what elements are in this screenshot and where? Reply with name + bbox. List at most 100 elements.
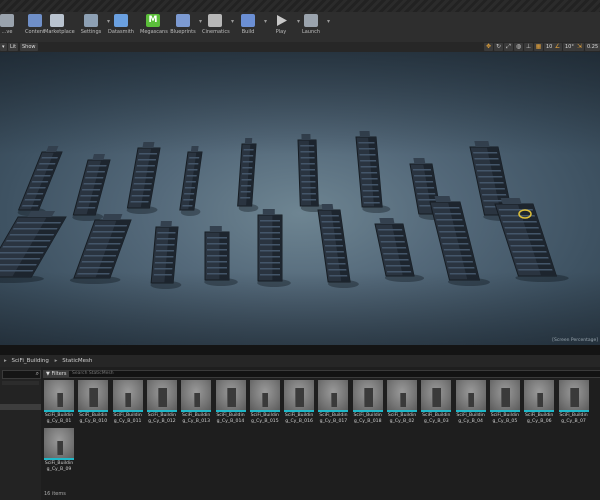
- asset-name: SciFi_Building_Cy_B_09: [44, 461, 74, 472]
- building-preview: [262, 393, 269, 407]
- clapperboard-icon: [208, 14, 222, 27]
- asset-search-input[interactable]: Search StaticMesh: [68, 370, 600, 378]
- asset-tile[interactable]: SciFi_Building_Cy_B_09: [44, 428, 74, 472]
- move-tool-icon[interactable]: ✥: [484, 43, 493, 51]
- asset-name: SciFi_Building_Cy_B_015: [250, 413, 279, 424]
- toolbar-label: Blueprints: [170, 29, 196, 35]
- world-space-icon[interactable]: ◍: [514, 43, 523, 51]
- asset-tile[interactable]: SciFi_Building_Cy_B_05: [489, 380, 520, 424]
- chevron-down-icon[interactable]: ▾: [264, 18, 267, 25]
- play-icon: [274, 14, 288, 27]
- marketplace-icon: [50, 14, 64, 27]
- asset-type-bar: [249, 410, 280, 412]
- asset-tile[interactable]: SciFi_Building_Cy_B_04: [455, 380, 486, 424]
- asset-tile[interactable]: SciFi_Building_Cy_B_016: [284, 380, 315, 424]
- toolbar-label: Settings: [80, 29, 102, 35]
- asset-name: SciFi_Building_Cy_B_017: [319, 413, 348, 424]
- view-mode-button[interactable]: Lit: [8, 43, 19, 51]
- path-arrow-icon[interactable]: ▸: [4, 358, 7, 364]
- path-separator-icon: ▸: [54, 358, 58, 364]
- toolbar-launch-button[interactable]: Launch ▾: [298, 14, 330, 42]
- asset-type-bar: [146, 410, 177, 412]
- toolbar-marketplace-button[interactable]: Marketplace: [44, 14, 75, 42]
- chevron-down-icon[interactable]: ▾: [231, 18, 234, 25]
- folder-search-input[interactable]: ⌕: [2, 370, 41, 379]
- toolbar-build-button[interactable]: Build ▾: [235, 14, 267, 42]
- items-count: 16 items: [44, 491, 66, 497]
- asset-thumbnail: [352, 380, 383, 410]
- filter-icon: ▼: [46, 371, 50, 377]
- folder-tree-row[interactable]: [2, 381, 39, 385]
- viewport-menu-button[interactable]: ▾: [0, 43, 7, 51]
- asset-name: SciFi_Building_Cy_B_06: [525, 413, 554, 424]
- building-preview: [330, 393, 337, 407]
- building-preview: [536, 393, 543, 407]
- asset-thumbnail: [249, 380, 280, 410]
- asset-thumbnail: [524, 380, 555, 410]
- asset-name: SciFi_Building_Cy_B_04: [456, 413, 485, 424]
- building-preview: [125, 393, 132, 407]
- asset-tile[interactable]: SciFi_Building_Cy_B_018: [352, 380, 383, 424]
- asset-type-bar: [78, 410, 109, 412]
- surface-snap-icon[interactable]: ⊥: [524, 43, 533, 51]
- building-preview: [56, 393, 63, 407]
- asset-name: SciFi_Building_Cy_B_07: [559, 413, 588, 424]
- asset-name: SciFi_Building_Cy_B_012: [147, 413, 177, 424]
- asset-tile[interactable]: SciFi_Building_Cy_B_017: [318, 380, 349, 424]
- asset-tile[interactable]: SciFi_Building_Cy_B_012: [146, 380, 177, 424]
- asset-thumbnail: [146, 380, 177, 410]
- asset-tile[interactable]: SciFi_Building_Cy_B_06: [524, 380, 555, 424]
- asset-type-bar: [421, 410, 452, 412]
- show-button[interactable]: Show: [20, 43, 38, 51]
- filters-label: Filters: [51, 371, 67, 377]
- toolbar-gear-button[interactable]: Settings ▾: [78, 14, 110, 42]
- filters-button[interactable]: ▼ Filters: [43, 370, 70, 378]
- asset-tile[interactable]: SciFi_Building_Cy_B_010: [78, 380, 109, 424]
- build-icon: [241, 14, 255, 27]
- megascans-icon: M: [146, 14, 160, 27]
- asset-tile[interactable]: SciFi_Building_Cy_B_02: [387, 380, 417, 424]
- toolbar-label: Megascans: [140, 29, 168, 35]
- asset-tile[interactable]: SciFi_Building_Cy_B_03: [421, 380, 452, 424]
- toolbar-save-button[interactable]: ...ve: [0, 14, 20, 42]
- asset-tile[interactable]: SciFi_Building_Cy_B_013: [181, 380, 212, 424]
- main-toolbar: ...ve Content Marketplace Settings ▾ Datasmit…: [0, 12, 600, 43]
- asset-thumbnail: [181, 380, 212, 410]
- scale-snap-icon[interactable]: ⇲: [575, 43, 584, 51]
- rotation-snap-value[interactable]: 10°: [563, 43, 576, 51]
- toolbar-megascans-button[interactable]: M Megascans: [140, 14, 168, 42]
- building-preview: [157, 388, 167, 407]
- chevron-down-icon[interactable]: ▾: [327, 18, 330, 25]
- asset-tile[interactable]: SciFi_Building_Cy_B_07: [558, 380, 589, 424]
- path-folder-root[interactable]: SciFi_Building: [12, 358, 49, 364]
- asset-name: SciFi_Building_Cy_B_02: [387, 413, 417, 424]
- asset-type-bar: [524, 410, 555, 412]
- toolbar-blueprint-button[interactable]: Blueprints ▾: [170, 14, 202, 42]
- level-viewport[interactable]: [Screen Percentage]: [0, 52, 600, 345]
- building-preview: [569, 388, 579, 407]
- rotate-tool-icon[interactable]: ↻: [494, 43, 503, 51]
- panel-splitter[interactable]: [0, 345, 600, 355]
- scale-snap-value[interactable]: 0.25: [585, 43, 600, 51]
- folder-tree-selected-row[interactable]: [0, 404, 41, 410]
- asset-thumbnail: [421, 380, 452, 410]
- rotation-snap-icon[interactable]: ∠: [553, 43, 562, 51]
- asset-name: SciFi_Building_Cy_B_010: [79, 413, 108, 424]
- asset-tile[interactable]: SciFi_Building_Cy_B_011: [112, 380, 143, 424]
- asset-name: SciFi_Building_Cy_B_016: [284, 413, 314, 424]
- asset-tile[interactable]: SciFi_Building_Cy_B_015: [249, 380, 280, 424]
- building-preview: [193, 393, 200, 407]
- building-preview: [500, 388, 510, 407]
- toolbar-label: Cinematics: [202, 29, 230, 35]
- scale-tool-icon[interactable]: ⤢: [504, 43, 513, 51]
- toolbar-datasmith-button[interactable]: Datasmith: [108, 14, 134, 42]
- asset-tile[interactable]: SciFi_Building_Cy_B_014: [215, 380, 246, 424]
- asset-thumbnail: [44, 428, 74, 458]
- asset-thumbnail: [387, 380, 417, 410]
- grid-snap-icon[interactable]: ▦: [534, 43, 543, 51]
- asset-tile[interactable]: SciFi_Building_Cy_B_01: [44, 380, 74, 424]
- asset-view: ▼ Filters Search StaticMesh SciFi_Buildi…: [41, 367, 600, 500]
- toolbar-play-button[interactable]: Play ▾: [268, 14, 300, 42]
- path-folder-current[interactable]: StaticMesh: [62, 358, 92, 364]
- toolbar-clapperboard-button[interactable]: Cinematics ▾: [202, 14, 234, 42]
